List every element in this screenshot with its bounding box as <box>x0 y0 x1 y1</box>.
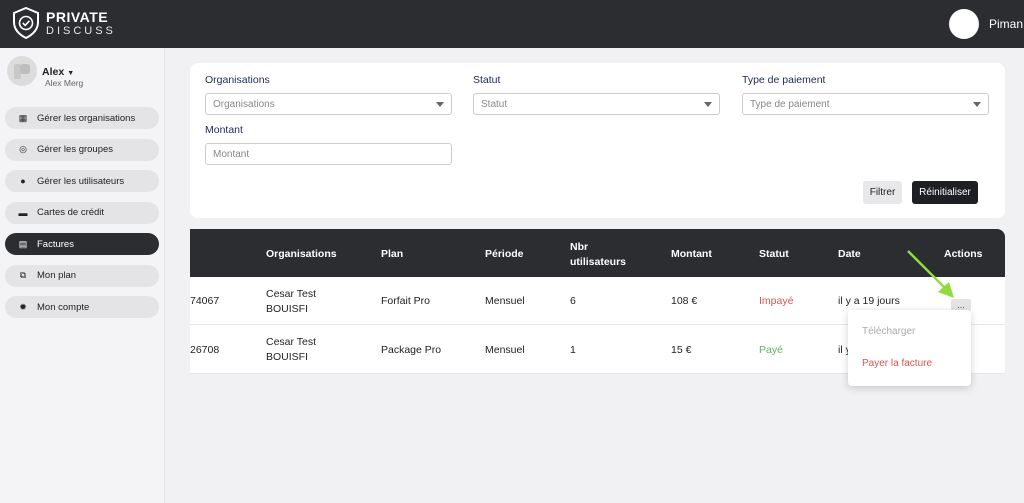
cell-id: 26708 <box>190 344 220 356</box>
sidebar-item-utilisateurs[interactable]: ● Gérer les utilisateurs <box>5 170 159 192</box>
statut-select[interactable]: Statut <box>473 93 720 115</box>
type-paiement-placeholder: Type de paiement <box>750 98 830 110</box>
download-menu-item[interactable]: Télécharger <box>862 326 915 337</box>
actions-dropdown: Télécharger Payer la facture <box>848 310 971 386</box>
cell-id: 74067 <box>190 295 220 307</box>
organisations-label: Organisations <box>205 74 270 86</box>
header-periode: Période <box>485 248 524 260</box>
logo-subtitle: DISCUSS <box>46 24 116 37</box>
building-icon: ▦ <box>18 112 28 123</box>
sidebar-item-label: Gérer les organisations <box>37 112 136 124</box>
table-header: Organisations Plan Période Nbr utilisate… <box>190 229 1005 277</box>
sidebar-item-organisations[interactable]: ▦ Gérer les organisations <box>5 107 159 129</box>
sidebar-item-label: Factures <box>37 238 74 250</box>
pay-invoice-menu-item[interactable]: Payer la facture <box>862 358 932 369</box>
reset-button[interactable]: Réinitialiser <box>912 181 978 204</box>
sidebar-item-label: Mon compte <box>37 301 90 313</box>
cell-users: 1 <box>570 344 576 356</box>
avatar <box>7 56 37 86</box>
header-date: Date <box>838 248 861 260</box>
status-badge: Impayé <box>759 295 794 307</box>
cell-organisation: Cesar Test BOUISFI <box>266 335 316 365</box>
organisations-select[interactable]: Organisations <box>205 93 452 115</box>
caret-down-icon: ▼ <box>67 70 75 77</box>
sidebar-item-label: Mon plan <box>37 270 77 281</box>
top-bar: PRIVATE DISCUSS Piman <box>0 0 1024 48</box>
status-badge: Payé <box>759 344 783 356</box>
type-paiement-label: Type de paiement <box>742 74 826 86</box>
montant-input[interactable]: Montant <box>205 143 452 165</box>
sidebar: Alex ▼ Alex Merg ▦ Gérer les organisation… <box>0 48 165 503</box>
shield-check-icon <box>13 7 39 39</box>
sidebar-item-cartes[interactable]: ▬ Cartes de crédit <box>5 201 159 224</box>
sidebar-item-label: Cartes de crédit <box>37 207 105 218</box>
sidebar-item-plan[interactable]: ⧉ Mon plan <box>5 264 159 287</box>
invoice-icon: ▤ <box>18 238 28 249</box>
filter-button[interactable]: Filtrer <box>863 181 902 204</box>
type-paiement-select[interactable]: Type de paiement <box>742 93 989 115</box>
plan-icon: ⧉ <box>19 270 27 280</box>
caret-down-icon <box>973 102 981 107</box>
header-plan: Plan <box>381 248 404 260</box>
credit-card-icon: ▬ <box>18 207 28 218</box>
header-montant: Montant <box>671 248 712 260</box>
caret-down-icon <box>704 102 712 107</box>
header-nbr-line2: utilisateurs <box>570 256 627 269</box>
cell-montant: 15 € <box>671 344 692 356</box>
cell-org-line1: Cesar Test <box>266 288 316 300</box>
cell-montant: 108 € <box>671 295 698 307</box>
filters-panel: Organisations Organisations Statut Statu… <box>190 63 1005 218</box>
caret-down-icon <box>436 102 444 107</box>
header-statut: Statut <box>759 248 789 260</box>
header-nbr-line1: Nbr <box>570 241 589 253</box>
cell-date: il y a 19 jours <box>838 295 900 307</box>
user-subtitle: Alex Merg <box>45 78 84 88</box>
default-avatar-icon <box>14 64 30 79</box>
user-name: Alex <box>42 66 65 78</box>
statut-label: Statut <box>473 74 501 86</box>
header-nbr-utilisateurs: Nbr utilisateurs <box>570 240 626 270</box>
annotation-arrow-icon <box>907 250 954 298</box>
cell-org-line2: BOUISFI <box>266 303 309 316</box>
cell-org-line1: Cesar Test <box>266 336 316 348</box>
organisations-placeholder: Organisations <box>213 98 275 110</box>
gear-icon: ✹ <box>19 301 27 312</box>
cell-periode: Mensuel <box>485 344 525 356</box>
logo-title: PRIVATE <box>46 8 109 25</box>
group-icon: ◎ <box>19 144 27 154</box>
logo[interactable]: PRIVATE DISCUSS <box>12 7 116 39</box>
user-icon: ● <box>20 176 26 186</box>
cell-users: 6 <box>570 295 576 307</box>
cell-organisation: Cesar Test BOUISFI <box>266 287 316 317</box>
cell-plan: Package Pro <box>381 344 442 356</box>
montant-label: Montant <box>205 124 243 136</box>
sidebar-item-label: Gérer les utilisateurs <box>37 175 125 187</box>
cell-periode: Mensuel <box>485 295 525 307</box>
sidebar-item-groupes[interactable]: ◎ Gérer les groupes <box>5 138 159 161</box>
top-username[interactable]: Piman <box>989 17 1023 31</box>
sidebar-item-label: Gérer les groupes <box>37 144 114 155</box>
montant-placeholder: Montant <box>213 148 250 160</box>
top-avatar[interactable] <box>949 9 979 39</box>
sidebar-item-factures[interactable]: ▤ Factures <box>5 233 159 255</box>
sidebar-item-compte[interactable]: ✹ Mon compte <box>5 296 159 318</box>
sidebar-nav: ▦ Gérer les organisations ◎ Gérer les gr… <box>5 107 159 328</box>
statut-placeholder: Statut <box>481 98 508 110</box>
cell-plan: Forfait Pro <box>381 295 431 307</box>
user-menu[interactable]: Alex ▼ Alex Merg <box>7 56 157 88</box>
header-organisations: Organisations <box>266 248 337 260</box>
cell-org-line2: BOUISFI <box>266 351 309 364</box>
